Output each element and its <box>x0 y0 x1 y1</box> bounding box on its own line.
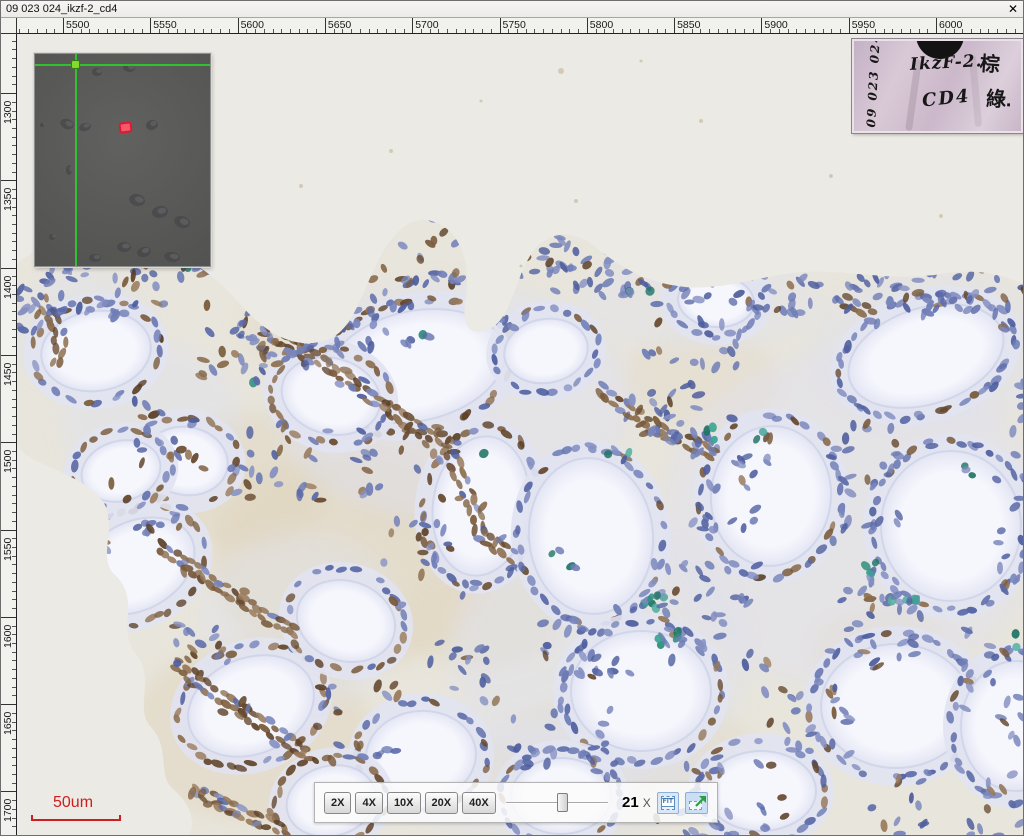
zoom-button-4x[interactable]: 4X <box>355 792 382 814</box>
window-titlebar: 09 023 024_ikzf-2_cd4 ✕ <box>1 1 1024 18</box>
magnification-unit: X <box>643 796 651 810</box>
window-title: 09 023 024_ikzf-2_cd4 <box>6 3 117 15</box>
vertical-ruler: 130013501400145015001550160016501700 <box>1 34 17 836</box>
fit-to-window-button[interactable]: FIT <box>657 792 680 814</box>
magnification-value: 21 <box>622 794 639 811</box>
ruler-corner-box <box>1 18 17 34</box>
navigator-panel[interactable] <box>34 53 211 267</box>
zoom-button-10x[interactable]: 10X <box>387 792 421 814</box>
navigator-tissue-map <box>35 54 210 266</box>
slide-label-case-number: 09 023 024 <box>864 39 883 128</box>
navigator-crosshair-horizontal <box>35 64 210 66</box>
expand-arrow-icon <box>686 793 711 813</box>
zoom-preset-buttons: 2X4X10X20X40X <box>324 792 500 814</box>
zoom-toolbar: 2X4X10X20X40X 21 X FIT <box>314 782 718 823</box>
navigator-view-rect[interactable] <box>118 121 132 134</box>
scale-bar-label: 50um <box>53 794 121 812</box>
navigator-crosshair-vertical <box>75 54 77 266</box>
zoom-button-2x[interactable]: 2X <box>324 792 351 814</box>
scale-bar-line <box>31 815 121 821</box>
slide-label-marker-name: IkzF-2. <box>910 51 983 75</box>
zoom-button-40x[interactable]: 40X <box>462 792 496 814</box>
slide-label-stain2: 綠. <box>986 83 1013 113</box>
zoom-slider[interactable] <box>506 793 608 812</box>
close-icon[interactable]: ✕ <box>1008 2 1018 16</box>
slide-label-image: IkzF-2. 棕 CD4 綠. 09 023 024 <box>852 39 1023 133</box>
fullscreen-button[interactable] <box>685 792 708 814</box>
slide-viewer-window: 09 023 024_ikzf-2_cd4 ✕ 5500555056005650… <box>0 0 1024 836</box>
zoom-button-20x[interactable]: 20X <box>425 792 459 814</box>
zoom-slider-handle[interactable] <box>557 793 568 812</box>
scale-bar: 50um <box>31 794 121 821</box>
horizontal-ruler: 5500555056005650570057505800585059005950… <box>17 18 1024 34</box>
slide-label-antibody: CD4 <box>921 86 971 112</box>
fit-icon: FIT <box>661 796 676 810</box>
slide-label-stain1: 棕 <box>979 47 1001 77</box>
navigator-position-dot <box>71 60 80 69</box>
